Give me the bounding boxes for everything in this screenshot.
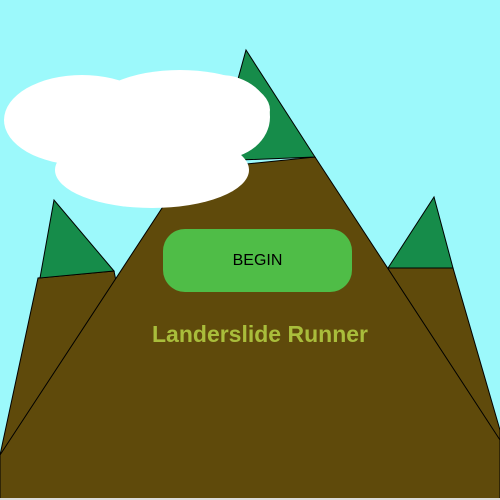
game-canvas: BEGIN Landerslide Runner: [0, 0, 500, 500]
game-title: Landerslide Runner: [152, 321, 368, 347]
cloud-puff-bottom: [55, 132, 249, 208]
begin-button[interactable]: BEGIN: [163, 229, 352, 292]
begin-button-label: BEGIN: [232, 251, 283, 269]
